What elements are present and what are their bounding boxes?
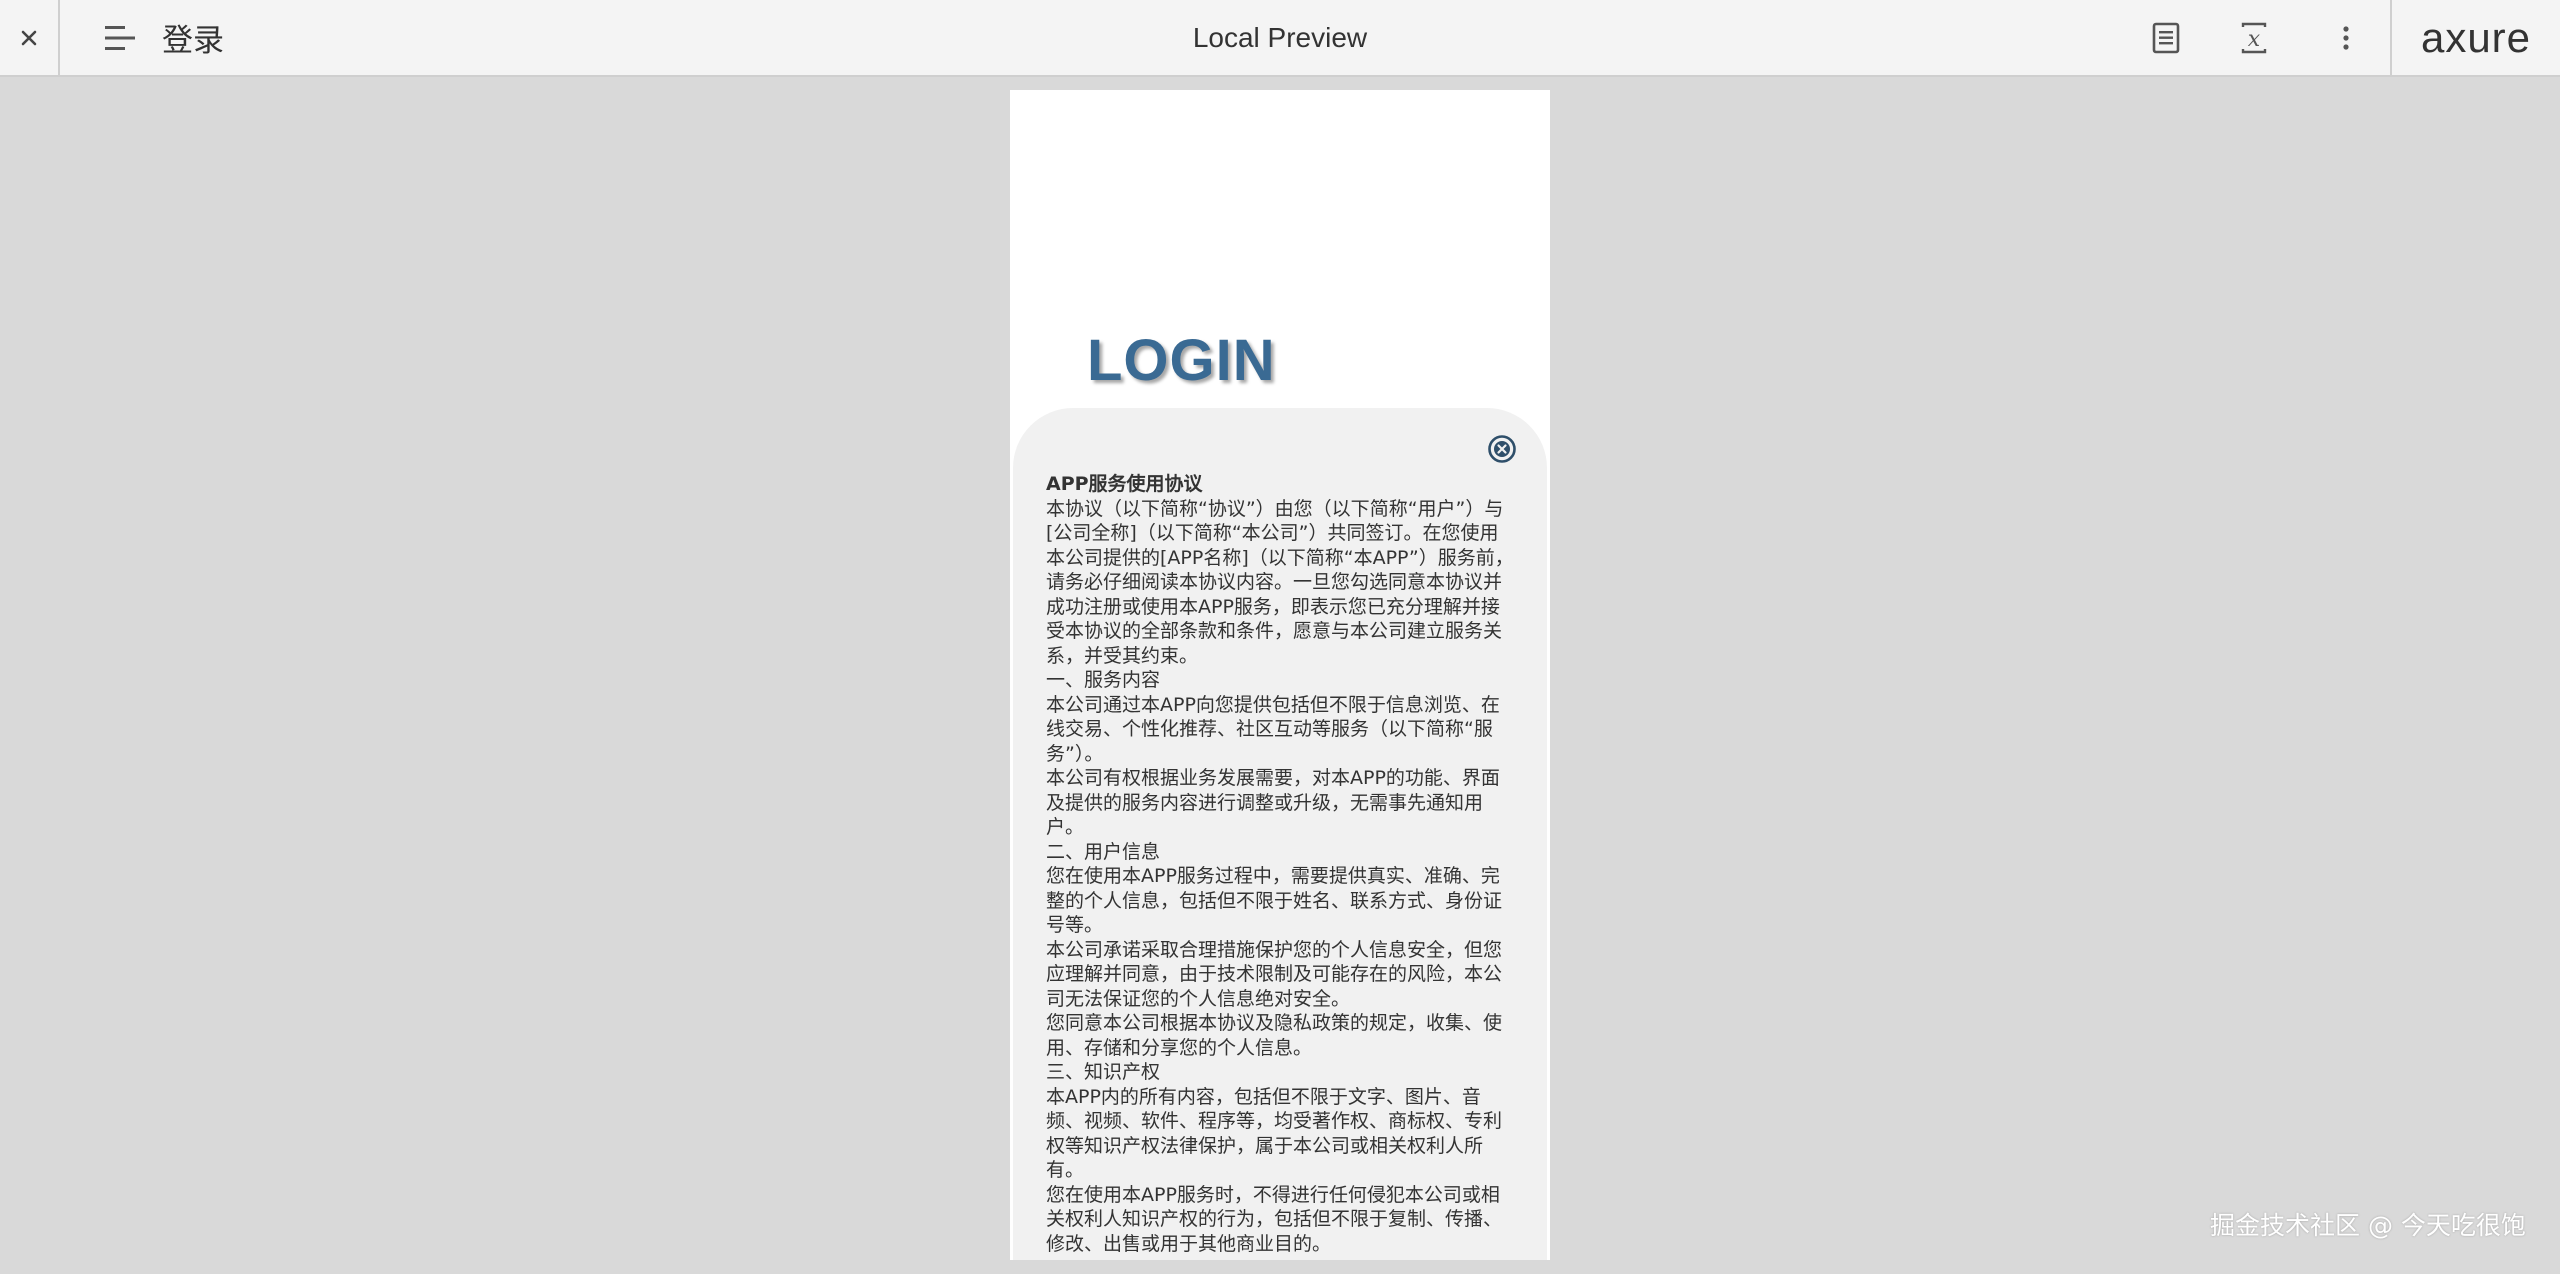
agreement-paragraph: 您在使用本APP服务过程中，需要提供真实、准确、完整的个人信息，包括但不限于姓名… (1046, 865, 1503, 936)
agreement-close-button[interactable] (1487, 434, 1517, 464)
agreement-section-title: 三、知识产权 (1046, 1061, 1161, 1083)
axure-logo[interactable]: axure (2392, 0, 2560, 75)
close-icon (21, 30, 37, 45)
more-options-button[interactable] (2316, 0, 2376, 75)
close-preview-button[interactable] (0, 0, 60, 75)
preview-toolbar: 登录 Local Preview x axure (0, 0, 2560, 77)
current-page-name: 登录 (162, 23, 224, 59)
agreement-panel: APP服务使用协议 本协议（以下简称“协议”）由您（以下简称“用户”）与[公司全… (1013, 408, 1547, 1260)
agreement-heading: APP服务使用协议 (1046, 473, 1203, 495)
svg-text:x: x (2248, 27, 2261, 52)
menu-icon (105, 25, 135, 50)
agreement-text: APP服务使用协议 本协议（以下简称“协议”）由您（以下简称“用户”）与[公司全… (1046, 472, 1516, 1256)
agreement-paragraph: 本公司有权根据业务发展需要，对本APP的功能、界面及提供的服务内容进行调整或升级… (1046, 767, 1500, 838)
login-title: LOGIN (1087, 328, 1276, 393)
sitemap-menu-button[interactable] (92, 0, 148, 75)
more-vertical-icon (2343, 25, 2349, 50)
variables-button[interactable]: x (2224, 0, 2284, 75)
agreement-section-title: 一、服务内容 (1046, 669, 1161, 691)
agreement-paragraph: 您在使用本APP服务时，不得进行任何侵犯本公司或相关权利人知识产权的行为，包括但… (1046, 1183, 1503, 1255)
agreement-paragraph: 您同意本公司根据本协议及隐私政策的规定，收集、使用、存储和分享您的个人信息。 (1046, 1012, 1503, 1059)
agreement-paragraph: 本APP内的所有内容，包括但不限于文字、图片、音频、视频、软件、程序等，均受著作… (1046, 1085, 1503, 1182)
agreement-paragraph: 本公司通过本APP向您提供包括但不限于信息浏览、在线交易、个性化推荐、社区互动等… (1046, 693, 1500, 765)
watermark: 掘金技术社区 @ 今天吃很饱 (2210, 1211, 2526, 1240)
prototype-screen: LOGIN APP服务使用协议 本协议（以下简称“协议”）由您（以下简称“用户”… (1010, 90, 1550, 1260)
notes-button[interactable] (2136, 0, 2196, 75)
close-circle-icon (1488, 435, 1516, 463)
agreement-section-title: 二、用户信息 (1046, 840, 1161, 863)
agreement-paragraph: 本公司承诺采取合理措施保护您的个人信息安全，但您应理解并同意，由于技术限制及可能… (1046, 938, 1503, 1010)
notes-icon (2152, 22, 2180, 53)
variable-icon: x (2241, 22, 2267, 53)
agreement-paragraph: 本协议（以下简称“协议”）由您（以下简称“用户”）与[公司全称]（以下简称“本公… (1046, 497, 1514, 667)
